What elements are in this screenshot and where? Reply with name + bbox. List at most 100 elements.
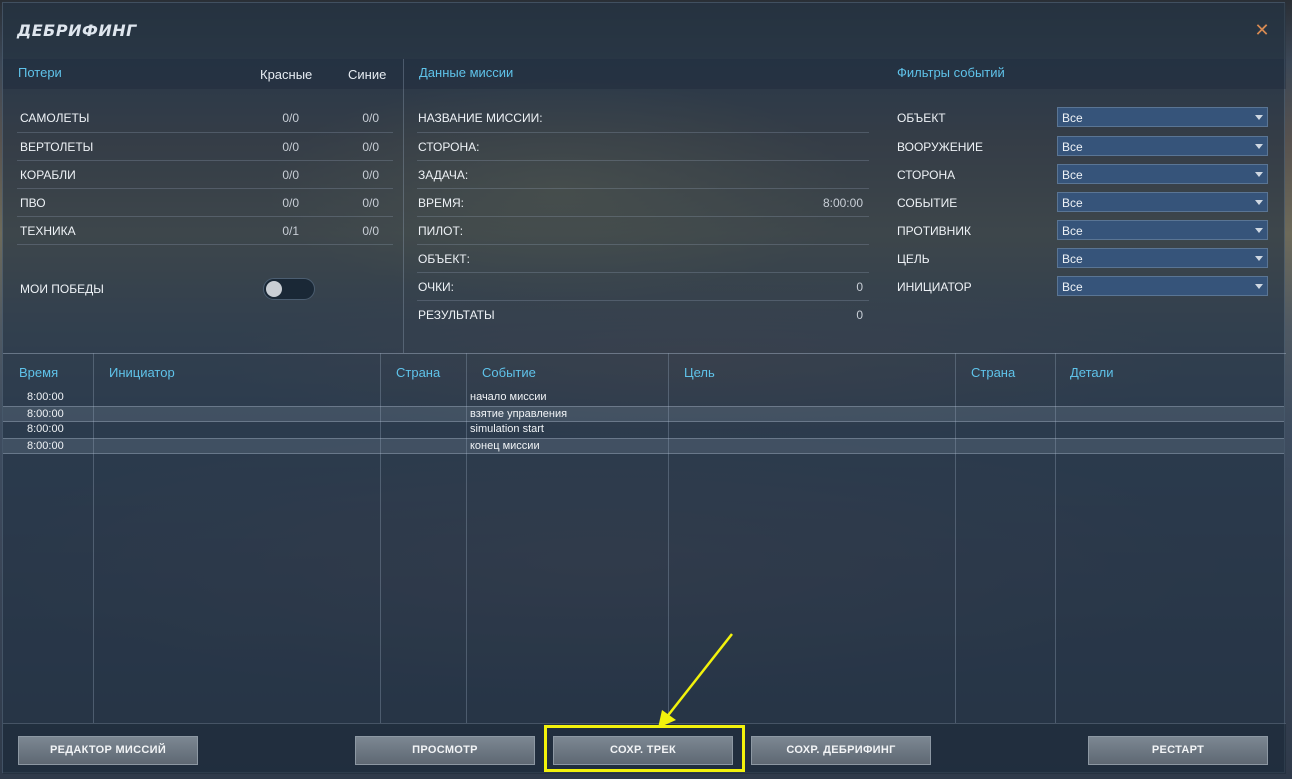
filter-select-target[interactable]: Все: [1057, 248, 1268, 268]
cell-event: начало миссии: [470, 391, 547, 403]
losses-col-red: Красные: [260, 67, 313, 82]
filter-select-side[interactable]: Все: [1057, 164, 1268, 184]
losses-row-label: ВЕРТОЛЕТЫ: [20, 140, 94, 154]
select-value: Все: [1062, 280, 1083, 294]
losses-row-blue: 0/0: [362, 224, 379, 238]
losses-row-blue: 0/0: [362, 111, 379, 125]
table-row[interactable]: 8:00:00 конец миссии: [3, 438, 1284, 454]
chevron-down-icon: [1255, 228, 1263, 233]
losses-row-red: 0/0: [282, 196, 299, 210]
chevron-down-icon: [1255, 115, 1263, 120]
column-header-time[interactable]: Время: [19, 365, 58, 380]
divider: [17, 132, 393, 133]
divider: [17, 160, 393, 161]
column-header-target[interactable]: Цель: [684, 365, 715, 380]
footer-bar: РЕДАКТОР МИССИЙ ПРОСМОТР СОХР. ТРЕК СОХР…: [3, 723, 1286, 774]
column-header-event[interactable]: Событие: [482, 365, 536, 380]
mission-row-label: ПИЛОТ:: [418, 224, 464, 238]
filter-select-initiator[interactable]: Все: [1057, 276, 1268, 296]
mission-row-label: ВРЕМЯ:: [418, 196, 465, 210]
chevron-down-icon: [1255, 200, 1263, 205]
filter-select-object[interactable]: Все: [1057, 107, 1268, 127]
chevron-down-icon: [1255, 172, 1263, 177]
column-header-target-country[interactable]: Страна: [971, 365, 1015, 380]
losses-row-red: 0/0: [282, 168, 299, 182]
losses-row-label: ТЕХНИКА: [20, 224, 76, 238]
chevron-down-icon: [1255, 256, 1263, 261]
filter-label-initiator: ИНИЦИАТОР: [897, 280, 972, 294]
filter-label-side: СТОРОНА: [897, 168, 956, 182]
select-value: Все: [1062, 140, 1083, 154]
divider: [417, 300, 869, 301]
table-row[interactable]: 8:00:00 simulation start: [3, 422, 1284, 438]
losses-row-red: 0/0: [282, 140, 299, 154]
mission-row-value: 8:00:00: [822, 196, 863, 210]
restart-button[interactable]: РЕСТАРТ: [1088, 736, 1268, 765]
select-value: Все: [1062, 224, 1083, 238]
events-table: Время Инициатор Страна Событие Цель Стра…: [3, 353, 1286, 723]
column-header-initiator[interactable]: Инициатор: [109, 365, 175, 380]
table-row[interactable]: 8:00:00 начало миссии: [3, 390, 1284, 406]
cell-time: 8:00:00: [27, 391, 64, 403]
filter-label-object: ОБЪЕКТ: [897, 111, 946, 125]
mission-heading: Данные миссии: [419, 65, 514, 80]
filter-select-event[interactable]: Все: [1057, 192, 1268, 212]
cell-time: 8:00:00: [27, 423, 64, 435]
losses-row-label: КОРАБЛИ: [20, 168, 76, 182]
divider: [417, 216, 869, 217]
mission-row-label: РЕЗУЛЬТАТЫ: [418, 308, 495, 322]
mission-row-label: ОБЪЕКТ:: [418, 252, 470, 266]
select-value: Все: [1062, 168, 1083, 182]
losses-col-blue: Синие: [348, 67, 387, 82]
cell-event: конец миссии: [470, 440, 540, 452]
select-value: Все: [1062, 252, 1083, 266]
cell-time: 8:00:00: [27, 408, 64, 420]
filter-select-weapon[interactable]: Все: [1057, 136, 1268, 156]
losses-heading: Потери: [18, 65, 62, 80]
filter-label-target: ЦЕЛЬ: [897, 252, 930, 266]
divider: [17, 188, 393, 189]
chevron-down-icon: [1255, 144, 1263, 149]
divider: [417, 244, 869, 245]
my-victories-label: МОИ ПОБЕДЫ: [20, 282, 104, 296]
losses-row-red: 0/0: [282, 111, 299, 125]
save-track-button[interactable]: СОХР. ТРЕК: [553, 736, 733, 765]
losses-row-blue: 0/0: [362, 140, 379, 154]
mission-row-value: 0: [856, 280, 863, 294]
losses-row-label: ПВО: [20, 196, 46, 210]
debriefing-window: ДЕБРИФИНГ ✕ Потери Красные Синие САМОЛЕТ…: [2, 2, 1286, 774]
cell-event: взятие управления: [470, 408, 568, 420]
cell-event: simulation start: [470, 423, 544, 435]
mission-row-value: 0: [856, 308, 863, 322]
filter-label-weapon: ВООРУЖЕНИЕ: [897, 140, 984, 154]
my-victories-toggle[interactable]: [263, 278, 315, 300]
filter-label-event: СОБЫТИЕ: [897, 196, 958, 210]
select-value: Все: [1062, 196, 1083, 210]
mission-row-label: ЗАДАЧА:: [418, 168, 469, 182]
view-button[interactable]: ПРОСМОТР: [355, 736, 535, 765]
losses-row-blue: 0/0: [362, 168, 379, 182]
losses-row-blue: 0/0: [362, 196, 379, 210]
section-header-band: [3, 59, 1286, 89]
table-row[interactable]: 8:00:00 взятие управления: [3, 406, 1284, 422]
filter-label-enemy: ПРОТИВНИК: [897, 224, 971, 238]
mission-editor-button[interactable]: РЕДАКТОР МИССИЙ: [18, 736, 198, 765]
window-title: ДЕБРИФИНГ: [17, 21, 137, 40]
filters-heading: Фильтры событий: [897, 65, 1005, 80]
losses-row-label: САМОЛЕТЫ: [20, 111, 90, 125]
toggle-knob: [266, 281, 282, 297]
losses-row-red: 0/1: [282, 224, 299, 238]
cell-time: 8:00:00: [27, 440, 64, 452]
mission-row-label: СТОРОНА:: [418, 140, 480, 154]
mission-row-label: НАЗВАНИЕ МИССИИ:: [418, 111, 543, 125]
column-header-country[interactable]: Страна: [396, 365, 440, 380]
divider: [417, 272, 869, 273]
divider: [17, 244, 393, 245]
column-header-details[interactable]: Детали: [1070, 365, 1114, 380]
mission-row-label: ОЧКИ:: [418, 280, 455, 294]
save-debriefing-button[interactable]: СОХР. ДЕБРИФИНГ: [751, 736, 931, 765]
filter-select-enemy[interactable]: Все: [1057, 220, 1268, 240]
chevron-down-icon: [1255, 284, 1263, 289]
close-icon[interactable]: ✕: [1253, 21, 1271, 39]
select-value: Все: [1062, 111, 1083, 125]
